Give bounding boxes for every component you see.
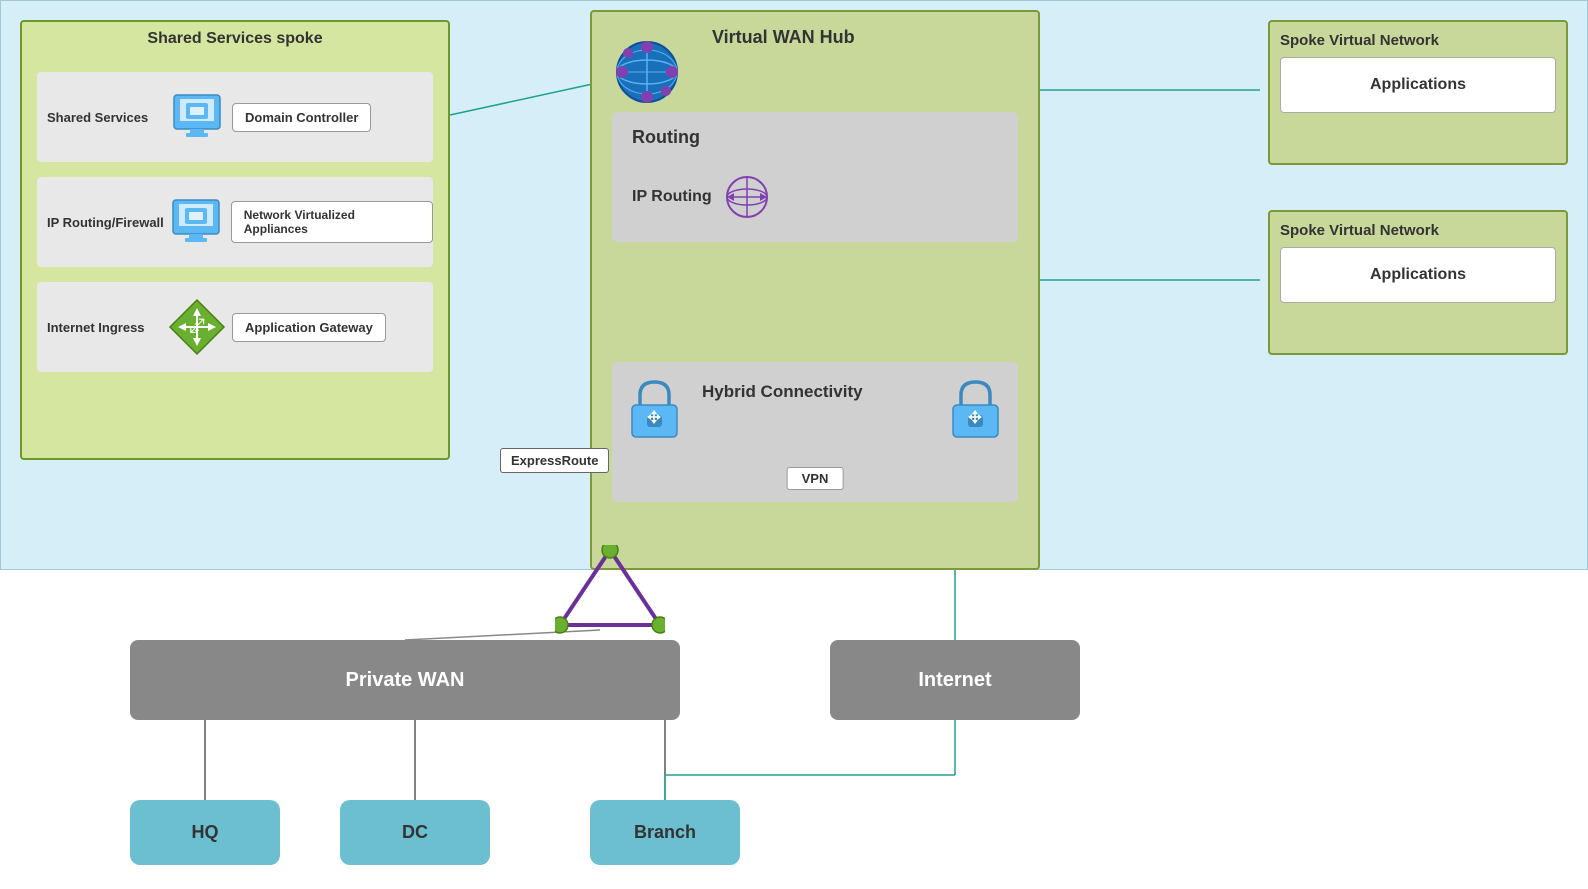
ss-row-internet-ingress: Internet Ingress ⤢ ↕ Application Gateway [37, 282, 433, 372]
vwan-hub-title: Virtual WAN Hub [712, 27, 855, 48]
hybrid-connectivity-label: Hybrid Connectivity [702, 382, 863, 402]
hq-terminal: HQ [130, 800, 280, 865]
routing-box: Routing IP Routing [612, 112, 1018, 242]
ss-row-ip-routing: IP Routing/Firewall Network Virtualized … [37, 177, 433, 267]
ss-label-shared-services: Shared Services [37, 110, 167, 125]
ip-routing-label: IP Routing [632, 188, 712, 206]
lock-icon-left [627, 377, 682, 444]
globe-icon [607, 32, 687, 112]
spoke-vnet-2-applications: Applications [1280, 247, 1556, 303]
monitor-icon-2 [166, 192, 226, 252]
network-virtualized-box: Network Virtualized Appliances [231, 201, 433, 243]
hq-label: HQ [192, 822, 219, 843]
application-gateway-box: Application Gateway [232, 313, 386, 342]
private-wan-label: Private WAN [346, 669, 465, 692]
branch-terminal: Branch [590, 800, 740, 865]
internet-box: Internet [830, 640, 1080, 720]
gateway-icon: ⤢ ↕ [167, 297, 227, 357]
ip-routing-icon [722, 172, 772, 222]
ss-row-shared-services: Shared Services Domain Controller [37, 72, 433, 162]
internet-label: Internet [918, 669, 991, 692]
dc-terminal: DC [340, 800, 490, 865]
lock-icon-right [948, 377, 1003, 444]
routing-label: Routing [632, 127, 700, 148]
spoke-vnet-2-title: Spoke Virtual Network [1280, 222, 1556, 239]
monitor-icon-1 [167, 87, 227, 147]
branch-label: Branch [634, 822, 696, 843]
shared-services-spoke-title: Shared Services spoke [147, 30, 322, 48]
spoke-vnet-1-title: Spoke Virtual Network [1280, 32, 1556, 49]
expressroute-triangle [555, 545, 665, 635]
vpn-label: VPN [787, 467, 844, 490]
spoke-vnet-1: Spoke Virtual Network Applications [1268, 20, 1568, 165]
private-wan: Private WAN [130, 640, 680, 720]
spoke-vnet-1-applications: Applications [1280, 57, 1556, 113]
domain-controller-box: Domain Controller [232, 103, 371, 132]
ss-label-ip-routing: IP Routing/Firewall [37, 215, 166, 230]
shared-services-spoke: Shared Services spoke Shared Services Do… [20, 20, 450, 460]
ss-label-internet-ingress: Internet Ingress [37, 320, 167, 335]
dc-label: DC [402, 822, 428, 843]
spoke-vnet-2: Spoke Virtual Network Applications [1268, 210, 1568, 355]
vwan-hub-area: Virtual WAN Hub Routing IP Routing [590, 10, 1040, 570]
expressroute-label: ExpressRoute [500, 448, 609, 473]
hybrid-connectivity-box: Hybrid Connectivity VPN [612, 362, 1018, 502]
